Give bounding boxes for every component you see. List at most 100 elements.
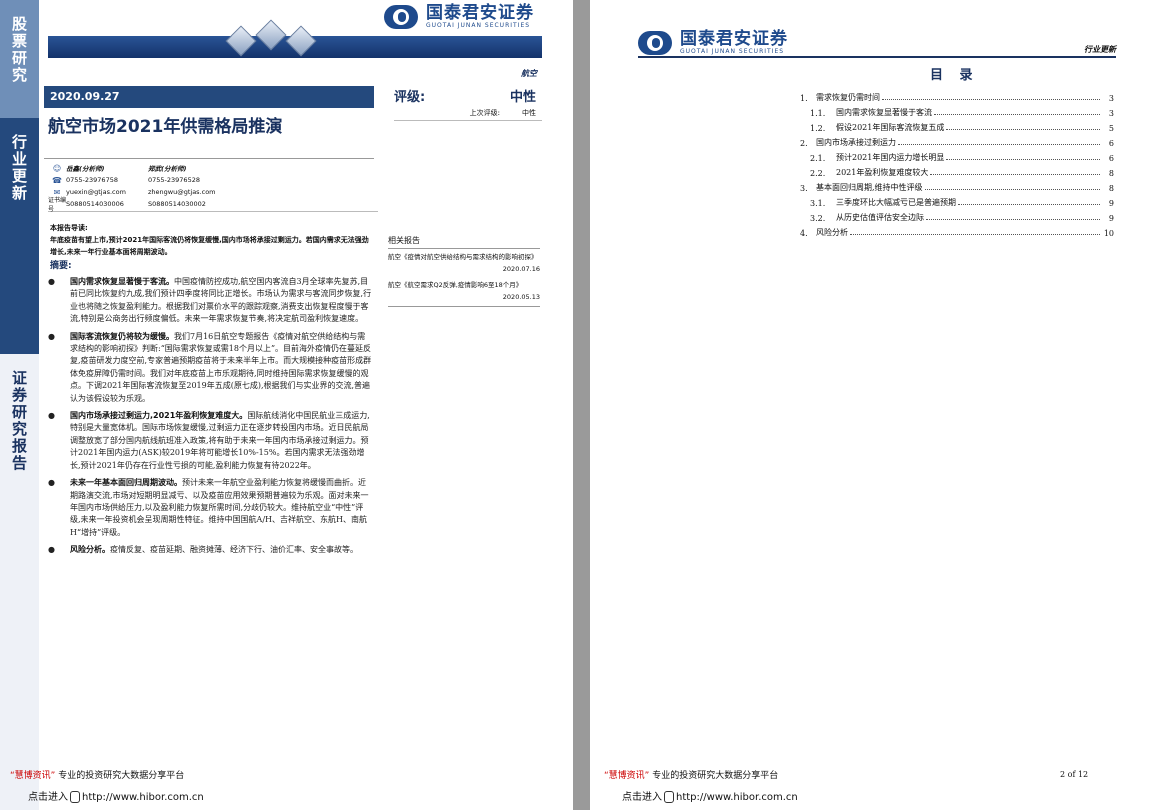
footer-text: 专业的投资研究大数据分享平台 [652, 771, 779, 781]
toc-leader-dots [946, 129, 1100, 130]
toc-entry-label: 三季度环比大幅减亏已是普遍预期 [836, 198, 956, 207]
logo-cn: 国泰君安证券 [680, 29, 788, 49]
toc-entry[interactable]: 1. 需求恢复仍需时间 3 [800, 88, 1114, 103]
industry-label: 航空 [521, 69, 537, 78]
analyst-cert: S0880514030002 [148, 200, 206, 208]
toc-entry-number: 2.1. [810, 154, 826, 163]
analyst-email[interactable]: zhengwu@gtjas.com [148, 188, 230, 196]
logo-icon [638, 30, 672, 55]
abstract-heading: 未来一年基本面回归周期波动。 [70, 478, 182, 488]
toc-leader-dots [946, 159, 1100, 160]
analyst-email[interactable]: yuexin@gtjas.com [66, 188, 148, 196]
toc-entry-label: 国内市场承接过剩运力 [816, 138, 896, 147]
abstract-text: 我们7月16日航空专题报告《疫情对航空供给结构与需求结构的影响初探》判断:“国际… [70, 331, 372, 403]
footer-link-prefix: 点击进入 [622, 792, 662, 803]
toc-entry-number: 2.2. [810, 169, 826, 178]
toc-entry-number: 1.1. [810, 109, 826, 118]
toc-entry-number: 1. [800, 94, 808, 103]
toc-entry[interactable]: 4. 风险分析 10 [800, 223, 1114, 238]
toc-entry-page: 3 [1108, 109, 1114, 118]
guide-text: 年底疫苗有望上市,预计2021年国际客流仍将恢复缓慢,国内市场将承接过剩运力。若… [50, 236, 369, 256]
abstract-item: 风险分析。疫情反复、疫苗延期、融资摊薄、经济下行、油价汇率、安全事故等。 [46, 544, 372, 557]
sidebar-label-industry-update: 行业更新 [0, 118, 39, 354]
hand-cursor-icon [70, 791, 80, 803]
abstract-item: 国际客流恢复仍将较为缓慢。我们7月16日航空专题报告《疫情对航空供给结构与需求结… [46, 331, 372, 405]
analyst-divider [48, 211, 378, 212]
toc-entry[interactable]: 2.1. 预计2021年国内运力增长明显 6 [800, 148, 1114, 163]
toc-leader-dots [898, 144, 1100, 145]
header-divider [638, 56, 1116, 58]
footer-link-row: 点击进入 http://www.hibor.com.cn [622, 788, 798, 803]
toc-entry-page: 9 [1108, 199, 1114, 208]
rating-box: 评级: 中性 上次评级: 中性 [394, 86, 542, 121]
toc-entry[interactable]: 3.1. 三季度环比大幅减亏已是普遍预期 9 [800, 193, 1114, 208]
toc-entry-page: 5 [1108, 124, 1114, 133]
analyst-phone: 0755-23976758 [66, 176, 118, 184]
sidebar-text: 股票研究 [10, 16, 28, 84]
sidebar-label-stock-research: 股票研究 [0, 0, 39, 118]
toc-entry-number: 1.2. [810, 124, 826, 133]
analyst-name: 郑武(分析师) [148, 165, 187, 173]
toc-title: 目 录 [930, 68, 979, 83]
cert-label: 证书编号 [48, 197, 67, 213]
hand-cursor-icon [664, 791, 674, 803]
related-report-link[interactable]: 航空《疫情对航空供给结构与需求结构的影响初探》 [388, 252, 540, 262]
toc-entry-label: 需求恢复仍需时间 [816, 93, 880, 102]
abstract-item: 未来一年基本面回归周期波动。预计未来一年航空业盈利能力恢复将缓慢而曲折。近期路演… [46, 477, 372, 539]
sidebar-label-research-report: 证券研究报告 [0, 354, 39, 810]
report-guide: 本报告导读: 年底疫苗有望上市,预计2021年国际客流仍将恢复缓慢,国内市场将承… [50, 222, 372, 258]
toc-entry-page: 10 [1103, 229, 1114, 238]
title-divider [44, 158, 374, 159]
toc-entry[interactable]: 2.2. 2021年盈利恢复难度较大 8 [800, 163, 1114, 178]
abstract-heading: 国内市场承接过剩运力,2021年盈利恢复难度大。 [70, 411, 248, 421]
toc-entry-page: 8 [1108, 184, 1114, 193]
sidebar-text: 行业更新 [10, 134, 28, 202]
abstract-text: 疫情反复、疫苗延期、融资摊薄、经济下行、油价汇率、安全事故等。 [110, 545, 358, 555]
toc-leader-dots [926, 219, 1100, 220]
footer-promo: “慧博资讯” 专业的投资研究大数据分享平台 [10, 768, 184, 781]
rating-value: 中性 [509, 90, 536, 105]
table-of-contents: 1. 需求恢复仍需时间 3 1.1. 国内需求恢复显著慢于客流 3 1.2. 假设2021年国… [800, 88, 1114, 238]
section-tag: 行业更新 [1084, 45, 1116, 54]
toc-leader-dots [930, 174, 1100, 175]
toc-leader-dots [958, 204, 1100, 205]
toc-entry[interactable]: 1.1. 国内需求恢复显著慢于客流 3 [800, 103, 1114, 118]
footer-link-prefix: 点击进入 [28, 792, 68, 803]
logo-en: GUOTAI JUNAN SECURITIES [680, 48, 785, 55]
footer-url-link[interactable]: http://www.hibor.com.cn [82, 792, 204, 803]
analyst-phone: 0755-23976528 [148, 176, 200, 184]
analyst-cert: S0880514030006 [66, 200, 124, 208]
report-date: 2020.09.27 [44, 86, 374, 108]
toc-entry-label: 假设2021年国际客流恢复五成 [836, 123, 945, 132]
toc-entry-page: 9 [1108, 214, 1114, 223]
page-number: 2 of 12 [1060, 770, 1089, 779]
report-page-2: 国泰君安证券 GUOTAI JUNAN SECURITIES 行业更新 目 录 … [590, 0, 1156, 810]
toc-entry-page: 8 [1108, 169, 1114, 178]
toc-entry[interactable]: 3.2. 从历史估值评估安全边际 9 [800, 208, 1114, 223]
person-icon: ☺ [52, 163, 62, 173]
header-gems-decoration [220, 18, 340, 58]
footer-brand: “慧博资讯” [604, 771, 650, 781]
footer-text: 专业的投资研究大数据分享平台 [58, 771, 185, 781]
logo-en: GUOTAI JUNAN SECURITIES [426, 22, 531, 29]
logo-icon [384, 4, 418, 29]
toc-entry-label: 国内需求恢复显著慢于客流 [836, 108, 932, 117]
toc-leader-dots [924, 189, 1100, 190]
toc-entry[interactable]: 2. 国内市场承接过剩运力 6 [800, 133, 1114, 148]
logo-cn: 国泰君安证券 [426, 3, 534, 23]
related-report-link[interactable]: 航空《航空需求Q2反弹,疫情影响6至18个月》 [388, 280, 540, 290]
toc-entry-number: 2. [800, 139, 808, 148]
toc-entry-page: 6 [1108, 139, 1114, 148]
toc-entry-page: 6 [1108, 154, 1114, 163]
company-logo: 国泰君安证券 GUOTAI JUNAN SECURITIES [384, 4, 534, 29]
phone-icon: ☎ [52, 175, 62, 185]
report-title: 航空市场2021年供需格局推演 [48, 117, 283, 137]
abstract-heading: 国际客流恢复仍将较为缓慢。 [70, 331, 174, 341]
abstract-title: 摘要: [50, 261, 72, 271]
toc-entry[interactable]: 1.2. 假设2021年国际客流恢复五成 5 [800, 118, 1114, 133]
abstract-heading: 风险分析。 [70, 545, 110, 555]
footer-url-link[interactable]: http://www.hibor.com.cn [676, 792, 798, 803]
toc-entry[interactable]: 3. 基本面回归周期,维持中性评级 8 [800, 178, 1114, 193]
related-report-date: 2020.07.16 [502, 265, 540, 273]
toc-leader-dots [882, 99, 1100, 100]
